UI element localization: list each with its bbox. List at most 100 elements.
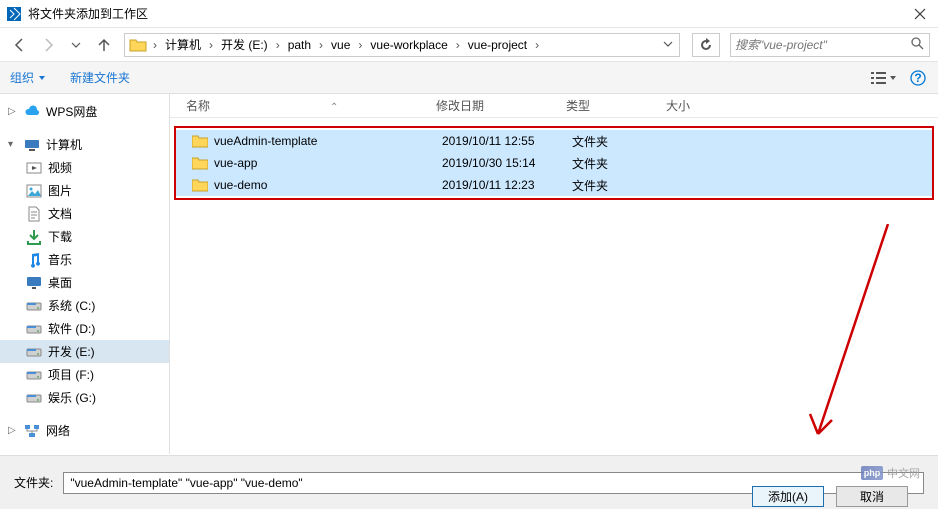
collapse-icon[interactable]: ▾	[8, 139, 18, 150]
recent-dropdown[interactable]	[64, 33, 88, 57]
sidebar-label: 网络	[46, 422, 70, 439]
sidebar-item-document-2[interactable]: 文档	[0, 202, 169, 225]
sidebar-item-picture-1[interactable]: 图片	[0, 179, 169, 202]
sidebar-item-drive-6[interactable]: 系统 (C:)	[0, 294, 169, 317]
file-list-header: 名称⌃ 修改日期 类型 大小	[170, 94, 938, 118]
picture-icon	[26, 183, 42, 199]
drive-icon	[26, 390, 42, 406]
sidebar-item-computer[interactable]: ▾ 计算机	[0, 133, 169, 156]
drive-icon	[26, 367, 42, 383]
sidebar-label: 开发 (E:)	[48, 343, 95, 360]
sidebar-item-drive-8[interactable]: 开发 (E:)	[0, 340, 169, 363]
folder-icon	[192, 178, 208, 192]
drive-icon	[26, 321, 42, 337]
sidebar-label: 视频	[48, 159, 72, 176]
view-button[interactable]	[870, 67, 898, 89]
file-date: 2019/10/11 12:55	[434, 134, 564, 148]
svg-text:?: ?	[914, 71, 921, 85]
footer-label: 文件夹:	[14, 474, 53, 491]
bc-3[interactable]: vue	[327, 36, 354, 54]
sidebar-item-download-3[interactable]: 下载	[0, 225, 169, 248]
file-row[interactable]: vueAdmin-template 2019/10/11 12:55文件夹	[176, 130, 932, 152]
chevron-right-icon[interactable]: ›	[531, 38, 543, 52]
back-button[interactable]	[8, 33, 32, 57]
search-box[interactable]	[730, 33, 930, 57]
chevron-down-icon	[889, 74, 897, 82]
col-size[interactable]: 大小	[658, 97, 738, 114]
chevron-right-icon[interactable]: ›	[272, 38, 284, 52]
sidebar-item-drive-9[interactable]: 项目 (F:)	[0, 363, 169, 386]
new-folder-button[interactable]: 新建文件夹	[70, 69, 130, 86]
network-icon	[24, 423, 40, 439]
sidebar-item-network[interactable]: ▷ 网络	[0, 419, 169, 442]
expand-icon[interactable]: ▷	[8, 425, 18, 436]
sidebar-label: 音乐	[48, 251, 72, 268]
organize-button[interactable]: 组织	[10, 69, 46, 86]
breadcrumb-dropdown[interactable]	[659, 38, 677, 52]
watermark: php 中文网	[861, 465, 920, 481]
col-type[interactable]: 类型	[558, 97, 658, 114]
bc-5[interactable]: vue-project	[464, 36, 531, 54]
chevron-right-icon[interactable]: ›	[149, 38, 161, 52]
sidebar-item-wps[interactable]: ▷ WPS网盘	[0, 100, 169, 123]
sidebar-label: 文档	[48, 205, 72, 222]
file-name: vueAdmin-template	[214, 134, 317, 148]
help-button[interactable]: ?	[908, 68, 928, 88]
up-button[interactable]	[92, 33, 116, 57]
file-type: 文件夹	[564, 177, 664, 194]
sidebar-label: 桌面	[48, 274, 72, 291]
sidebar-label: WPS网盘	[46, 103, 97, 120]
cancel-button[interactable]: 取消	[836, 486, 908, 507]
file-type: 文件夹	[564, 155, 664, 172]
sidebar-item-music-4[interactable]: 音乐	[0, 248, 169, 271]
window-title: 将文件夹添加到工作区	[28, 5, 148, 22]
sidebar-label: 计算机	[46, 136, 82, 153]
file-type: 文件夹	[564, 133, 664, 150]
search-input[interactable]	[735, 38, 909, 52]
sidebar-label: 项目 (F:)	[48, 366, 94, 383]
folder-icon	[192, 134, 208, 148]
sidebar-label: 软件 (D:)	[48, 320, 95, 337]
toolbar: 组织 新建文件夹 ?	[0, 62, 938, 94]
file-rows-selection: vueAdmin-template2019/10/11 12:55文件夹vue-…	[174, 126, 934, 200]
col-name[interactable]: 名称⌃	[178, 97, 428, 114]
file-date: 2019/10/11 12:23	[434, 178, 564, 192]
breadcrumb[interactable]: › 计算机 › 开发 (E:) › path › vue › vue-workp…	[124, 33, 680, 57]
expand-icon[interactable]: ▷	[8, 106, 18, 117]
folder-icon	[129, 36, 147, 54]
file-date: 2019/10/30 15:14	[434, 156, 564, 170]
download-icon	[26, 229, 42, 245]
file-row[interactable]: vue-demo2019/10/11 12:23文件夹	[176, 174, 932, 196]
sidebar-label: 系统 (C:)	[48, 297, 95, 314]
watermark-text: 中文网	[887, 465, 920, 481]
bc-2[interactable]: path	[284, 36, 315, 54]
bc-1[interactable]: 开发 (E:)	[217, 34, 272, 55]
col-date[interactable]: 修改日期	[428, 97, 558, 114]
forward-button[interactable]	[36, 33, 60, 57]
sidebar-item-drive-7[interactable]: 软件 (D:)	[0, 317, 169, 340]
sort-icon: ⌃	[330, 102, 338, 113]
chevron-right-icon[interactable]: ›	[205, 38, 217, 52]
file-row[interactable]: vue-app 2019/10/30 15:14文件夹	[176, 152, 932, 174]
navbar: › 计算机 › 开发 (E:) › path › vue › vue-workp…	[0, 28, 938, 62]
sidebar: ▷ WPS网盘 ▾ 计算机 视频图片文档下载音乐桌面系统 (C:) 软件 (D:)…	[0, 94, 170, 454]
search-icon[interactable]	[909, 37, 925, 53]
titlebar-left: 将文件夹添加到工作区	[6, 5, 148, 22]
file-name: vue-app	[214, 156, 257, 170]
sidebar-item-desktop-5[interactable]: 桌面	[0, 271, 169, 294]
drive-icon	[26, 344, 42, 360]
sidebar-item-drive-10[interactable]: 娱乐 (G:)	[0, 386, 169, 409]
bc-4[interactable]: vue-workplace	[366, 36, 451, 54]
chevron-down-icon	[38, 74, 46, 82]
chevron-right-icon[interactable]: ›	[315, 38, 327, 52]
bc-0[interactable]: 计算机	[161, 34, 205, 55]
computer-icon	[24, 137, 40, 153]
chevron-right-icon[interactable]: ›	[452, 38, 464, 52]
chevron-right-icon[interactable]: ›	[354, 38, 366, 52]
toolbar-left: 组织 新建文件夹	[10, 69, 130, 86]
video-icon	[26, 160, 42, 176]
close-button[interactable]	[910, 4, 930, 24]
add-button[interactable]: 添加(A)	[752, 486, 824, 507]
refresh-button[interactable]	[692, 33, 720, 57]
sidebar-item-video-0[interactable]: 视频	[0, 156, 169, 179]
